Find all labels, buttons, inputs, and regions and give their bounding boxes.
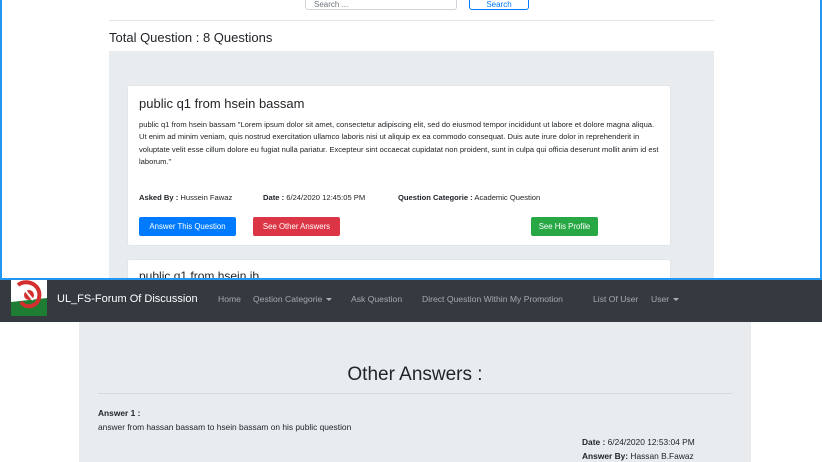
nav-question-categorie[interactable]: Qestion Categorie xyxy=(253,294,333,304)
answer-author: Answer By: Hassan B.Fawaz xyxy=(582,451,694,461)
total-questions-heading: Total Question : 8 Questions xyxy=(109,30,273,45)
question-category: Question Categorie : Academic Question xyxy=(398,193,540,202)
answer-by-value: Hassan B.Fawaz xyxy=(630,451,694,461)
nav-ask-question[interactable]: Ask Question xyxy=(351,294,402,304)
navbar-brand[interactable]: UL_FS-Forum Of Discussion xyxy=(57,293,198,305)
nav-user[interactable]: User xyxy=(651,294,680,304)
question-date: Date : 6/24/2020 12:45:05 PM xyxy=(263,193,365,202)
search-input[interactable]: Search ... xyxy=(305,0,457,10)
question-title: public q1 from hsein bassam xyxy=(139,96,305,111)
divider xyxy=(98,393,732,394)
question-list-pane: Search ... Search Total Question : 8 Que… xyxy=(0,0,822,278)
date-label: Date : xyxy=(263,193,285,202)
question-body: public q1 from hsein bassam "Lorem ipsum… xyxy=(139,120,659,167)
navbar: UL_FS-Forum Of Discussion Home Qestion C… xyxy=(0,278,822,322)
other-answers-heading: Other Answers : xyxy=(347,364,483,385)
answer-question-button[interactable]: Answer This Question xyxy=(139,217,236,236)
nav-user-label: User xyxy=(651,294,670,304)
question-card: public q1 from hsein bassam public q1 fr… xyxy=(127,85,671,246)
nav-list-of-user[interactable]: List Of User xyxy=(593,294,638,304)
question-card: public q1 from hsein ib xyxy=(127,259,671,278)
date-value: 6/24/2020 12:45:05 PM xyxy=(286,193,366,202)
answer-text: answer from hassan bassam to hsein bassa… xyxy=(98,422,352,432)
divider xyxy=(109,20,714,21)
category-value: Academic Question xyxy=(474,193,541,202)
answer-date-value: 6/24/2020 12:53:04 PM xyxy=(607,437,695,447)
asked-by-value: Hussein Fawaz xyxy=(180,193,233,202)
answer-by-label: Answer By: xyxy=(582,451,629,461)
nav-home[interactable]: Home xyxy=(218,294,241,304)
chevron-down-icon xyxy=(326,298,333,302)
asked-by: Asked By : Hussein Fawaz xyxy=(139,193,232,202)
question-title: public q1 from hsein ib xyxy=(139,269,260,278)
search-button[interactable]: Search xyxy=(469,0,529,10)
chevron-down-icon xyxy=(673,298,680,302)
nav-direct-question[interactable]: Direct Question Within My Promotion xyxy=(422,294,563,304)
see-profile-button[interactable]: See His Profile xyxy=(531,217,598,236)
asked-by-label: Asked By : xyxy=(139,193,179,202)
answer-date: Date : 6/24/2020 12:53:04 PM xyxy=(582,437,695,447)
nav-question-categorie-label: Qestion Categorie xyxy=(253,294,323,304)
forum-logo-icon[interactable] xyxy=(11,280,47,316)
answer-label: Answer 1 : xyxy=(98,408,141,418)
category-label: Question Categorie : xyxy=(398,193,473,202)
see-other-answers-button[interactable]: See Other Answers xyxy=(253,217,340,236)
answer-date-label: Date : xyxy=(582,437,606,447)
